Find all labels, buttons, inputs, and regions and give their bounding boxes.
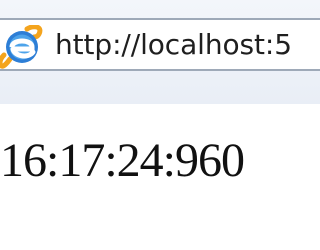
browser-window: http://localhost:5 16:17:24:960 [0, 0, 320, 250]
internet-explorer-icon [0, 24, 45, 69]
time-display: 16:17:24:960 [0, 134, 245, 187]
url-text[interactable]: http://localhost:5 [55, 25, 292, 65]
browser-toolbar: http://localhost:5 [0, 0, 320, 104]
